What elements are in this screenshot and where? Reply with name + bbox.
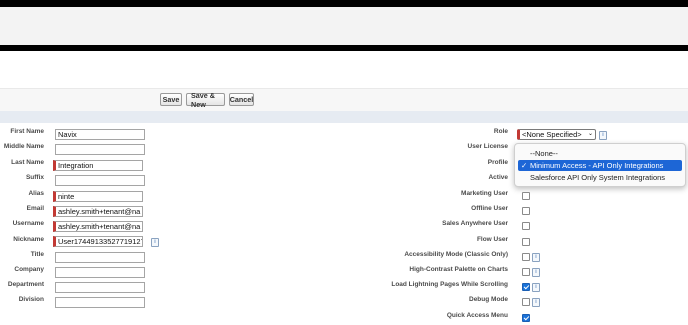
debug-mode-checkbox[interactable] xyxy=(522,298,530,306)
load-lightning-info-icon[interactable]: i xyxy=(532,283,540,292)
title-input[interactable] xyxy=(55,252,145,263)
department-label: Department xyxy=(7,281,44,288)
header-band xyxy=(0,7,688,45)
load-lightning-label: Load Lightning Pages While Scrolling xyxy=(391,281,508,288)
suffix-label: Suffix xyxy=(25,174,44,181)
middle-name-label: Middle Name xyxy=(3,143,44,150)
role-select[interactable]: <None Specified> ⌄ xyxy=(517,129,596,140)
high-contrast-checkbox[interactable] xyxy=(522,268,530,276)
accessibility-mode-checkbox[interactable] xyxy=(522,253,530,261)
section-header-band xyxy=(0,111,688,123)
role-select-value: <None Specified> xyxy=(522,130,582,139)
marketing-user-checkbox[interactable] xyxy=(522,192,530,200)
marketing-user-label: Marketing User xyxy=(461,190,508,197)
email-input[interactable]: ashley.smith+tenant@na xyxy=(53,206,143,217)
checkmark-icon: ✓ xyxy=(521,161,528,170)
division-label: Division xyxy=(18,296,44,303)
top-black-bar xyxy=(0,0,688,7)
alias-label: Alias xyxy=(28,190,44,197)
flow-user-checkbox[interactable] xyxy=(522,238,530,246)
offline-user-checkbox[interactable] xyxy=(522,207,530,215)
role-label: Role xyxy=(493,128,508,135)
quick-access-menu-label: Quick Access Menu xyxy=(446,312,508,319)
flow-user-label: Flow User xyxy=(476,236,508,243)
profile-dropdown-menu[interactable]: --None-- ✓ Minimum Access - API Only Int… xyxy=(514,143,686,187)
accessibility-info-icon[interactable]: i xyxy=(532,253,540,262)
nickname-input[interactable]: User17449133527719127 xyxy=(53,236,143,247)
load-lightning-checkbox[interactable] xyxy=(522,283,530,291)
division-input[interactable] xyxy=(55,297,145,308)
username-input[interactable]: ashley.smith+tenant@na xyxy=(53,221,143,232)
sales-anywhere-user-label: Sales Anywhere User xyxy=(442,220,508,227)
first-name-label: First Name xyxy=(10,128,44,135)
user-license-label: User License xyxy=(467,143,508,150)
profile-option-salesforce-api[interactable]: Salesforce API Only System Integrations xyxy=(518,172,682,183)
save-and-new-button[interactable]: Save & New xyxy=(186,91,225,109)
profile-option-label: Minimum Access - API Only Integrations xyxy=(530,161,664,170)
last-name-input[interactable]: Integration xyxy=(53,160,143,171)
username-label: Username xyxy=(12,220,44,227)
alias-input[interactable]: ninte xyxy=(53,191,143,202)
role-info-icon[interactable]: i xyxy=(599,131,607,140)
chevron-down-icon: ⌄ xyxy=(587,131,593,137)
offline-user-label: Offline User xyxy=(471,205,508,212)
high-contrast-label: High-Contrast Palette on Charts xyxy=(409,266,508,273)
first-name-input[interactable]: Navix xyxy=(55,129,145,140)
debug-mode-label: Debug Mode xyxy=(469,296,508,303)
nickname-info-icon[interactable]: i xyxy=(151,238,159,247)
button-toolbar xyxy=(0,88,688,112)
cancel-button[interactable]: Cancel xyxy=(229,93,254,106)
email-label: Email xyxy=(26,205,44,212)
page-header-area xyxy=(0,51,688,88)
company-input[interactable] xyxy=(55,267,145,278)
quick-access-menu-checkbox[interactable] xyxy=(522,314,530,322)
profile-option-none[interactable]: --None-- xyxy=(518,148,682,159)
company-label: Company xyxy=(14,266,44,273)
department-input[interactable] xyxy=(55,282,145,293)
profile-option-minimum-access[interactable]: ✓ Minimum Access - API Only Integrations xyxy=(518,160,682,171)
suffix-input[interactable] xyxy=(55,175,145,186)
debug-mode-info-icon[interactable]: i xyxy=(532,298,540,307)
active-label: Active xyxy=(488,174,508,181)
nickname-label: Nickname xyxy=(13,236,44,243)
last-name-label: Last Name xyxy=(11,159,44,166)
title-label: Title xyxy=(30,251,44,258)
high-contrast-info-icon[interactable]: i xyxy=(532,268,540,277)
middle-name-input[interactable] xyxy=(55,144,145,155)
sales-anywhere-user-checkbox[interactable] xyxy=(522,222,530,230)
save-button[interactable]: Save xyxy=(160,93,182,106)
profile-label: Profile xyxy=(487,159,508,166)
accessibility-mode-label: Accessibility Mode (Classic Only) xyxy=(404,251,508,258)
